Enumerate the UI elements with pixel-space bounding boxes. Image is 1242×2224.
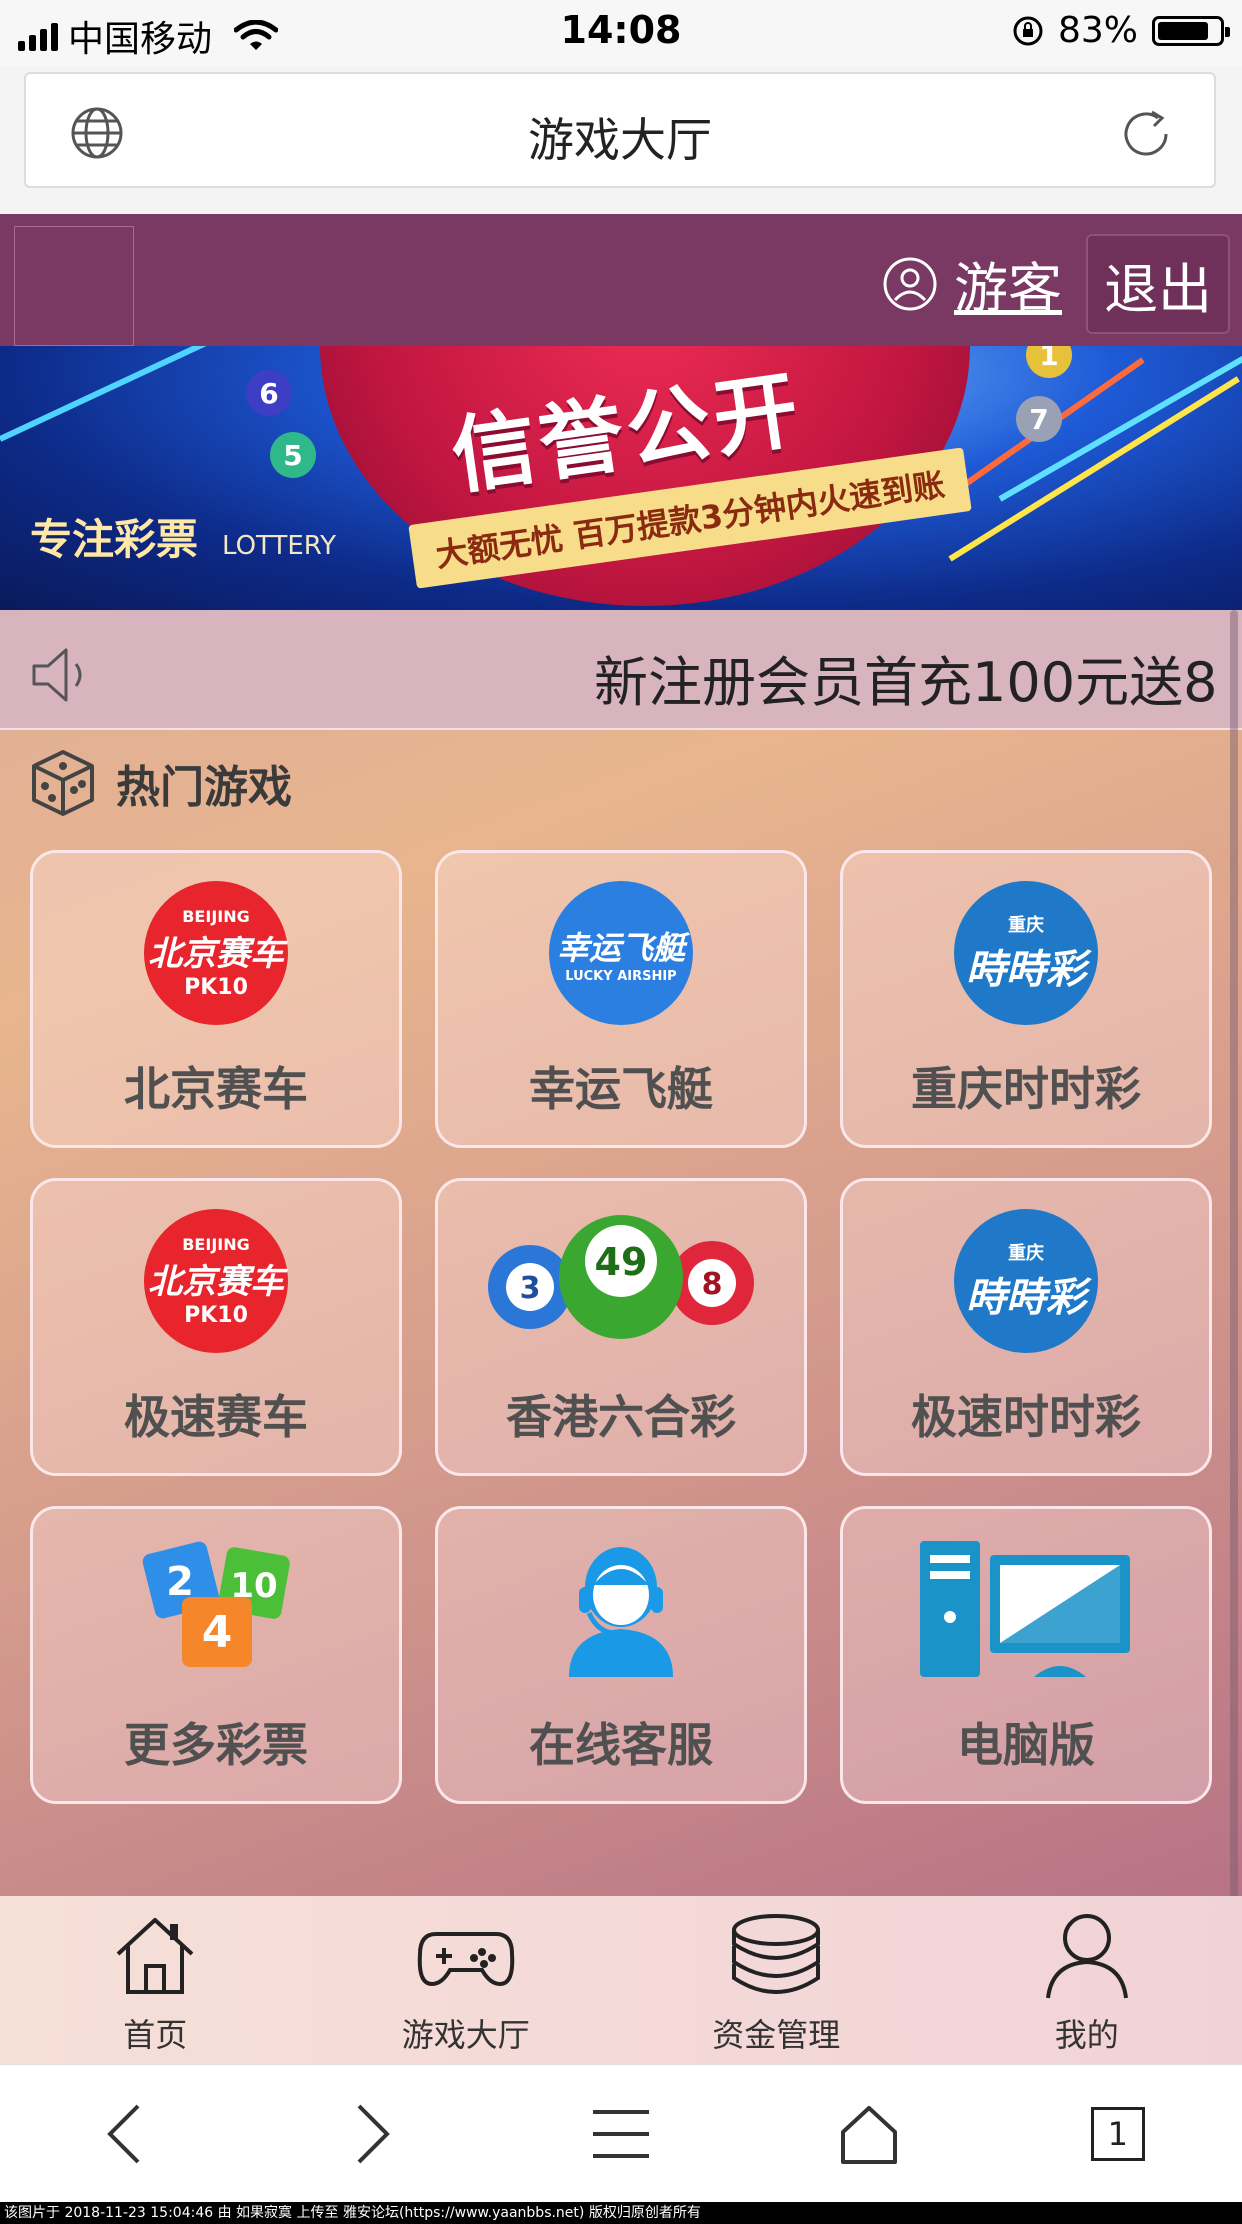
game-label: 北京赛车 xyxy=(124,1062,308,1116)
home-icon xyxy=(116,1918,194,1994)
logo-top: 重庆 xyxy=(1008,1243,1044,1264)
game-label: 极速时时彩 xyxy=(911,1390,1141,1444)
app-bottom-nav: 首页 游戏大厅 资金管理 我的 xyxy=(0,1896,1242,2064)
hot-games-title: 热门游戏 xyxy=(116,762,292,813)
browser-toolbar: 1 xyxy=(0,2064,1242,2203)
airship-logo-icon: 幸运飞艇 LUCKY AIRSHIP xyxy=(549,881,693,1025)
banner-ball: 7 xyxy=(1016,396,1062,442)
ssc-logo-icon: 重庆 時時彩 xyxy=(954,1209,1098,1353)
promo-banner[interactable]: 信誉公开 大额无忧 百万提款3分钟内火速到账 专注彩票 LOTTERY 6 5 7… xyxy=(0,346,1242,610)
logo-top: 重庆 xyxy=(1008,915,1044,936)
logo-top: BEIJING xyxy=(182,906,250,926)
logo-main: 北京赛车 xyxy=(148,1261,284,1302)
banner-slogan: 专注彩票 LOTTERY xyxy=(30,506,336,567)
game-card-beijing-pk10[interactable]: BEIJING 北京赛车 PK10 北京赛车 xyxy=(30,850,402,1148)
watermark-footer: 该图片于 2018-11-23 15:04:46 由 如果寂寞 上传至 雅安论坛… xyxy=(0,2202,1242,2224)
game-card-lucky-airship[interactable]: 幸运飞艇 LUCKY AIRSHIP 幸运飞艇 xyxy=(435,850,807,1148)
banner-ball: 6 xyxy=(246,370,292,416)
logo-top: BEIJING xyxy=(182,1234,250,1254)
speaker-icon xyxy=(32,648,82,702)
person-icon xyxy=(1045,1914,1128,1999)
site-header: 游客 退出 xyxy=(0,214,1242,346)
game-card-hk-mark-six[interactable]: 3 8 49 香港六合彩 xyxy=(435,1178,807,1476)
lottery-balls-icon: 3 8 49 xyxy=(486,1209,756,1353)
game-label: 幸运飞艇 xyxy=(529,1062,713,1116)
nav-item-funds[interactable]: 资金管理 xyxy=(621,1896,932,2064)
dice-icon xyxy=(32,750,94,816)
logo-main: 幸运飞艇 xyxy=(556,928,685,967)
nav-label: 首页 xyxy=(123,2016,188,2054)
logo-sub: LUCKY AIRSHIP xyxy=(565,968,677,984)
coins-icon xyxy=(732,1914,821,1994)
hot-games-heading: 热门游戏 xyxy=(30,748,292,818)
game-grid: BEIJING 北京赛车 PK10 北京赛车 幸运飞艇 LUCKY AIRSHI… xyxy=(30,850,1212,1804)
svg-text:4: 4 xyxy=(202,1607,233,1658)
nav-item-game-hall[interactable]: 游戏大厅 xyxy=(311,1896,622,2064)
notice-marquee: 新注册会员首充100元送8 xyxy=(0,610,1242,730)
tabs-button[interactable]: 1 xyxy=(994,2107,1242,2161)
logo-main: 時時彩 xyxy=(966,947,1086,993)
chevron-left-icon xyxy=(107,2104,140,2164)
status-bar: 中国移动 14:08 83% xyxy=(0,0,1242,66)
game-card-chongqing-ssc[interactable]: 重庆 時時彩 重庆时时彩 xyxy=(840,850,1212,1148)
logo-main: 時時彩 xyxy=(966,1275,1086,1321)
game-card-desktop-version[interactable]: 电脑版 xyxy=(840,1506,1212,1804)
username-link[interactable]: 游客 xyxy=(954,244,1062,323)
game-label: 重庆时时彩 xyxy=(911,1062,1141,1116)
browser-home-icon xyxy=(841,2106,898,2164)
forward-button[interactable] xyxy=(248,2102,496,2166)
logo-sub: PK10 xyxy=(184,1302,248,1328)
game-card-customer-service[interactable]: 在线客服 xyxy=(435,1506,807,1804)
banner-ball: 1 xyxy=(1026,346,1072,378)
home-button[interactable] xyxy=(745,2104,993,2164)
gamepad-icon xyxy=(417,1932,514,1987)
pk10-logo-icon: BEIJING 北京赛车 PK10 xyxy=(144,1209,288,1353)
svg-text:3: 3 xyxy=(520,1271,541,1306)
battery-percent: 83% xyxy=(1057,10,1138,51)
reload-icon[interactable] xyxy=(1118,106,1174,162)
notice-text: 新注册会员首充100元送8 xyxy=(594,651,1218,714)
tab-count: 1 xyxy=(1090,2107,1145,2161)
logout-button[interactable]: 退出 xyxy=(1086,234,1230,334)
nav-item-home[interactable]: 首页 xyxy=(0,1896,311,2064)
back-button[interactable] xyxy=(0,2102,248,2166)
browser-page-title[interactable]: 游戏大厅 xyxy=(26,104,1214,170)
rotation-lock-icon xyxy=(1013,16,1043,45)
page-scrollbar[interactable] xyxy=(1230,610,1238,2064)
svg-text:49: 49 xyxy=(595,1240,648,1284)
customer-service-icon xyxy=(549,1537,693,1681)
nav-label: 游戏大厅 xyxy=(401,2016,530,2054)
user-icon xyxy=(883,257,937,310)
number-tiles-icon: 10 2 4 xyxy=(126,1537,306,1681)
banner-ball: 5 xyxy=(270,432,316,478)
logo-main: 北京赛车 xyxy=(148,933,284,974)
nav-label: 资金管理 xyxy=(712,2016,841,2054)
user-info[interactable]: 游客 xyxy=(882,244,1062,323)
site-logo[interactable] xyxy=(14,226,134,346)
status-right: 83% xyxy=(1012,10,1230,51)
nav-item-mine[interactable]: 我的 xyxy=(932,1896,1242,2064)
chevron-right-icon xyxy=(357,2104,390,2164)
game-card-speed-ssc[interactable]: 重庆 時時彩 极速时时彩 xyxy=(840,1178,1212,1476)
desktop-computer-icon xyxy=(916,1537,1136,1681)
svg-text:8: 8 xyxy=(702,1267,723,1302)
game-card-more-lottery[interactable]: 10 2 4 更多彩票 xyxy=(30,1506,402,1804)
ssc-logo-icon: 重庆 時時彩 xyxy=(954,881,1098,1025)
page-content: 游客 退出 信誉公开 大额无忧 百万提款3分钟内火速到账 专注彩票 LOTTERY… xyxy=(0,214,1242,2064)
pk10-logo-icon: BEIJING 北京赛车 PK10 xyxy=(144,881,288,1025)
slogan-text: 专注彩票 xyxy=(30,515,199,564)
menu-button[interactable] xyxy=(497,2106,745,2162)
game-label: 在线客服 xyxy=(529,1718,713,1772)
game-card-speed-racing[interactable]: BEIJING 北京赛车 PK10 极速赛车 xyxy=(30,1178,402,1476)
browser-address-bar[interactable]: 游戏大厅 xyxy=(24,72,1216,188)
game-label: 更多彩票 xyxy=(124,1718,308,1772)
nav-label: 我的 xyxy=(1054,2016,1119,2054)
game-label: 香港六合彩 xyxy=(506,1390,736,1444)
game-label: 电脑版 xyxy=(957,1718,1095,1772)
menu-icon xyxy=(593,2110,650,2158)
slogan-en: LOTTERY xyxy=(222,531,337,561)
battery-icon xyxy=(1152,15,1230,46)
logo-sub: PK10 xyxy=(184,974,248,1000)
game-label: 极速赛车 xyxy=(124,1390,308,1444)
